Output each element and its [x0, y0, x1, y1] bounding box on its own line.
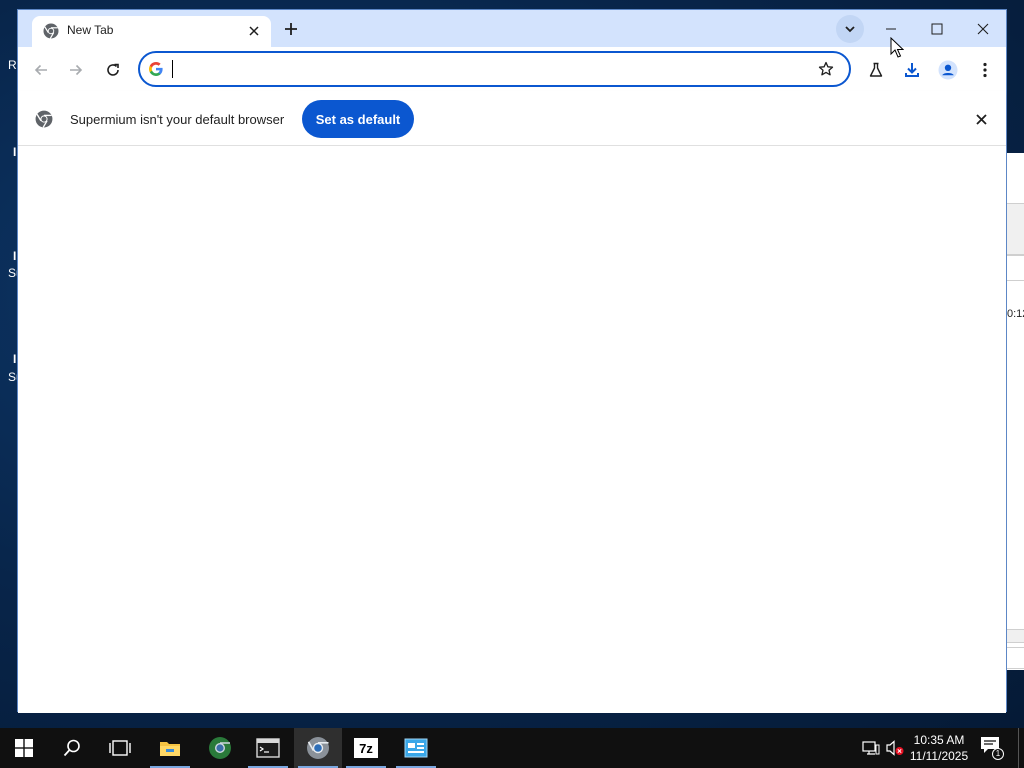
tab-search-button[interactable] [836, 15, 864, 43]
tab-new-tab[interactable]: New Tab [32, 16, 271, 47]
folder-icon [160, 742, 180, 756]
background-window-band [1007, 255, 1024, 281]
task-view-icon [109, 740, 131, 756]
titlebar: New Tab [18, 10, 1006, 47]
download-icon [905, 63, 919, 77]
supermium-app[interactable] [294, 728, 342, 768]
volume-tray-button[interactable] [884, 728, 906, 768]
clock-date: 11/11/2025 [909, 749, 969, 763]
clock-time: 10:35 AM [913, 733, 965, 747]
mouse-cursor-icon [890, 37, 904, 58]
close-icon [249, 26, 259, 36]
downloads-button[interactable] [901, 59, 923, 81]
desktop-icon-label: I [13, 352, 17, 366]
supermium-icon [307, 737, 329, 759]
desktop-icon-label: R [8, 58, 17, 72]
back-button[interactable] [30, 59, 52, 81]
labs-button[interactable] [865, 59, 887, 81]
address-bar[interactable] [138, 51, 851, 87]
7zip-icon: 7z [354, 738, 378, 758]
bookmark-button[interactable] [817, 60, 835, 78]
background-window-band [1007, 629, 1024, 643]
background-window[interactable]: 0:12 [1006, 153, 1024, 670]
clock[interactable]: 10:35 AM 11/11/2025 [904, 732, 974, 764]
search-icon [63, 739, 80, 757]
network-icon [862, 741, 880, 755]
plus-icon [285, 23, 297, 35]
close-window-button[interactable] [970, 16, 996, 42]
set-as-default-button[interactable]: Set as default [302, 100, 414, 138]
minimize-icon [886, 28, 896, 30]
avatar-icon [938, 60, 958, 80]
speaker-muted-icon [886, 740, 904, 756]
close-icon [975, 113, 987, 125]
windows-logo-icon [15, 739, 33, 757]
chromium-icon [35, 110, 53, 128]
control-panel-app[interactable] [392, 728, 440, 768]
task-view-button[interactable] [96, 728, 144, 768]
kebab-menu-icon [983, 62, 987, 78]
arrow-left-icon [34, 64, 47, 76]
maximize-button[interactable] [924, 16, 950, 42]
infobar-close-button[interactable] [972, 110, 990, 128]
text-caret [172, 60, 173, 78]
flask-icon [869, 62, 883, 77]
new-tab-button[interactable] [281, 19, 301, 39]
globe-browser-icon [209, 737, 231, 759]
reload-icon [107, 63, 119, 76]
chevron-down-icon [845, 26, 855, 33]
file-explorer[interactable] [146, 728, 194, 768]
terminal-icon [256, 738, 280, 758]
menu-button[interactable] [974, 59, 996, 81]
forward-button[interactable] [65, 59, 87, 81]
chromium-app[interactable] [196, 728, 244, 768]
tab-title: New Tab [67, 23, 114, 37]
browser-window: New Tab Supermium isn't your default bro… [17, 9, 1007, 713]
show-desktop-button[interactable] [1018, 728, 1024, 768]
profile-button[interactable] [937, 59, 959, 81]
arrow-right-icon [70, 64, 83, 76]
terminal-app[interactable] [244, 728, 292, 768]
background-window-time: 0:12 [1007, 308, 1024, 320]
7zip-app[interactable]: 7z [342, 728, 390, 768]
search-button[interactable] [48, 728, 96, 768]
control-panel-icon [404, 738, 428, 758]
close-icon [977, 23, 989, 35]
start-button[interactable] [0, 728, 48, 768]
tab-close-button[interactable] [246, 23, 262, 39]
reload-button[interactable] [102, 59, 124, 81]
page-content[interactable] [18, 146, 1006, 713]
notification-count-badge: 1 [992, 748, 1004, 760]
action-center-button[interactable]: 1 [980, 736, 1004, 760]
address-input[interactable] [170, 59, 770, 79]
network-tray-button[interactable] [860, 728, 882, 768]
desktop-icon-label: I [13, 145, 17, 159]
chromium-icon [43, 23, 59, 39]
desktop-icon-label: I [13, 249, 17, 263]
maximize-icon [931, 23, 943, 35]
toolbar [18, 47, 1006, 91]
infobar-message: Supermium isn't your default browser [70, 112, 285, 127]
star-icon [818, 61, 834, 76]
background-window-band [1007, 203, 1024, 255]
7zip-label: 7z [359, 740, 373, 756]
taskbar: 7z 10:35 AM 11/11/2025 1 [0, 728, 1024, 768]
default-browser-infobar: Supermium isn't your default browser Set… [18, 91, 1006, 146]
background-window-band [1007, 647, 1024, 669]
google-icon [149, 62, 163, 76]
